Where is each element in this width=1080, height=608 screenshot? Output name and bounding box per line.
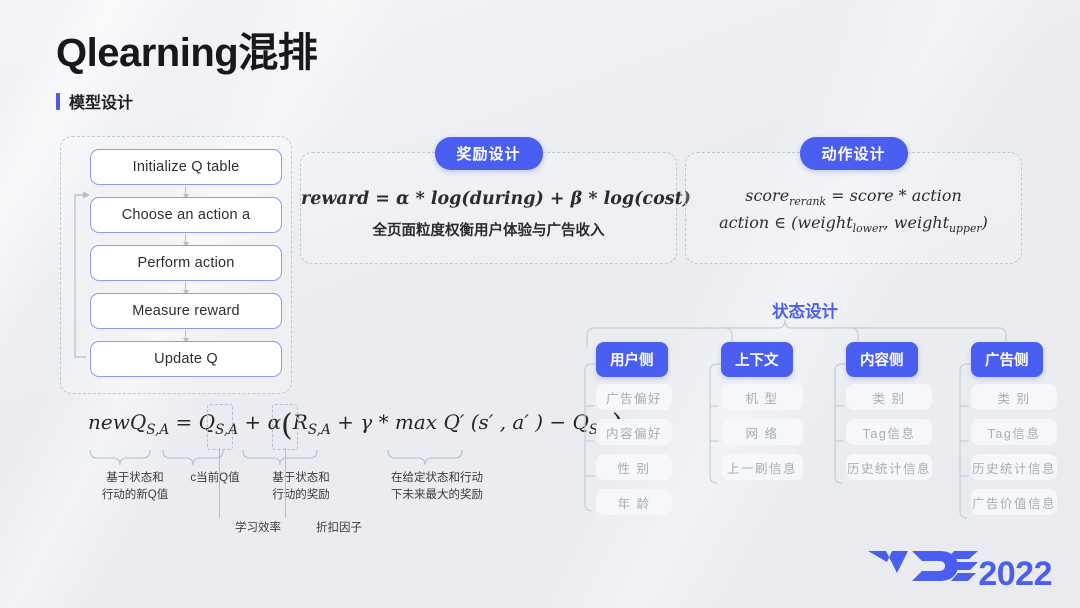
flow-step-3[interactable]: Perform action — [90, 245, 282, 281]
annotation-discount: 折扣因子 — [316, 522, 362, 534]
page-title: Qlearning混排 — [56, 31, 318, 75]
state-leaf-user-1[interactable]: 广告偏好 — [596, 384, 672, 410]
reward-design-badge: 奖励设计 — [434, 137, 543, 170]
q-r-subscript: S,A — [307, 422, 331, 438]
state-leaf-content-3[interactable]: 历史统计信息 — [846, 454, 932, 480]
action-range-suffix: ) — [981, 213, 988, 232]
state-column-context-head[interactable]: 上下文 — [721, 342, 793, 377]
q-gamma-part: + γ * max Q′ (s′ , a′ ) − Q — [330, 410, 589, 434]
state-leaf-user-4[interactable]: 年 龄 — [596, 489, 672, 515]
weight-lower-subscript: lower — [852, 222, 884, 236]
state-leaf-user-2[interactable]: 内容偏好 — [596, 419, 672, 445]
vdc-logo: 2022 — [866, 547, 1052, 594]
annotation-future-max: 在给定状态和行动 下未来最大的奖励 — [391, 472, 483, 501]
state-leaf-context-1[interactable]: 机 型 — [721, 384, 803, 410]
action-design-badge: 动作设计 — [799, 137, 908, 170]
state-leaf-ad-4[interactable]: 广告价值信息 — [971, 489, 1057, 515]
state-leaf-ad-3[interactable]: 历史统计信息 — [971, 454, 1057, 480]
action-design-card: 动作设计 scorererank = score * action action… — [685, 137, 1022, 264]
vdc-mark-icon — [868, 551, 979, 581]
score-subscript: rerank — [789, 195, 827, 209]
section-subtitle: 模型设计 — [56, 89, 133, 113]
vdc-year-label: 2022 — [978, 555, 1052, 593]
score-rest: = score * action — [826, 186, 962, 205]
action-range-mid: , weight — [883, 213, 950, 232]
annotation-learning-rate: 学习效率 — [235, 522, 281, 534]
reward-caption: 全页面粒度权衡用户体验与广告收入 — [372, 223, 605, 239]
annotation-reward: 基于状态和 行动的奖励 — [272, 472, 330, 501]
discount-leader-line — [285, 448, 286, 518]
action-range-prefix: action ∈ (weight — [719, 213, 853, 232]
state-design-tree: 用户侧 广告偏好 内容偏好 性 别 年 龄 上下文 机 型 网 络 上一刷信息 … — [580, 296, 1057, 536]
state-column-ad-head[interactable]: 广告侧 — [971, 342, 1043, 377]
state-leaf-user-3[interactable]: 性 别 — [596, 454, 672, 480]
weight-upper-subscript: upper — [949, 222, 982, 236]
section-subtitle-label: 模型设计 — [69, 95, 134, 112]
flow-step-1[interactable]: Initialize Q table — [90, 149, 282, 185]
reward-formula: reward = α * log(during) + β * log(cost) — [301, 189, 691, 209]
annotation-new-q: 基于状态和 行动的新Q值 — [101, 472, 169, 501]
score-token: score — [745, 186, 790, 205]
annotation-current-q: c当前Q值 — [190, 472, 240, 484]
state-leaf-content-2[interactable]: Tag信息 — [846, 419, 932, 445]
learning-rate-leader-line — [219, 448, 220, 518]
action-formula-range: action ∈ (weightlower, weightupper) — [686, 213, 1021, 235]
state-column-user-head[interactable]: 用户侧 — [596, 342, 668, 377]
action-formula-score: scorererank = score * action — [686, 186, 1021, 208]
slide-canvas: Qlearning混排 模型设计 Initialize Q table Choo… — [0, 0, 1080, 608]
flow-step-5[interactable]: Update Q — [90, 341, 282, 377]
q-update-formula: newQS,A = QS,A + α(RS,A + γ * max Q′ (s′… — [88, 408, 624, 443]
flow-step-4[interactable]: Measure reward — [90, 293, 282, 329]
state-leaf-content-1[interactable]: 类 别 — [846, 384, 932, 410]
state-leaf-context-3[interactable]: 上一刷信息 — [721, 454, 803, 480]
q-lhs-subscript: S,A — [146, 422, 170, 438]
annotation-braces-icon — [89, 449, 463, 466]
qlearning-loop-panel: Initialize Q table Choose an action a Pe… — [60, 136, 292, 394]
alpha-highlight-box — [207, 404, 233, 450]
gamma-highlight-box — [272, 404, 298, 450]
q-lhs: newQ — [88, 410, 147, 434]
state-leaf-ad-2[interactable]: Tag信息 — [971, 419, 1057, 445]
state-leaf-ad-1[interactable]: 类 别 — [971, 384, 1057, 410]
state-column-content-head[interactable]: 内容侧 — [846, 342, 918, 377]
state-leaf-context-2[interactable]: 网 络 — [721, 419, 803, 445]
flow-step-2[interactable]: Choose an action a — [90, 197, 282, 233]
reward-design-card: 奖励设计 reward = α * log(during) + β * log(… — [300, 137, 691, 264]
accent-bar-icon — [56, 92, 60, 110]
